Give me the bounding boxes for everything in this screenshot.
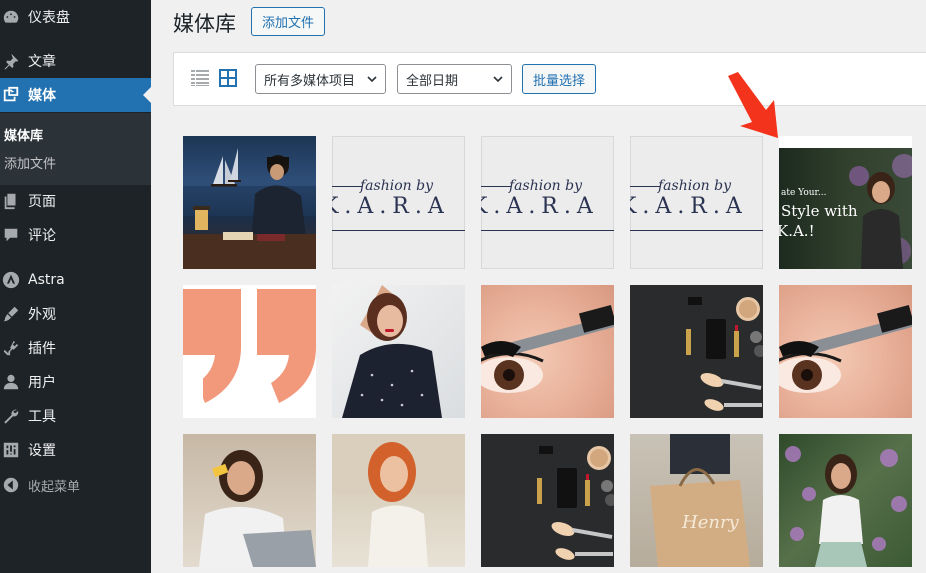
logo-title-text: K.A.R.A: [481, 194, 599, 219]
makeup-flatlay-image: [537, 446, 614, 560]
comment-icon: [2, 226, 20, 244]
media-item-fashion-logo-2[interactable]: fashion by K.A.R.A: [481, 136, 614, 269]
add-file-button[interactable]: 添加文件: [251, 7, 325, 36]
menu-item-posts[interactable]: 文章: [0, 44, 151, 78]
menu-label: 设置: [28, 443, 56, 459]
media-item-eye-mascara-2[interactable]: [779, 285, 912, 418]
page-title: 媒体库: [173, 12, 236, 36]
pin-icon: [2, 52, 20, 70]
settings-icon: [2, 441, 20, 459]
pages-icon: [2, 192, 20, 210]
user-icon: [2, 373, 20, 391]
menu-item-plugins[interactable]: 插件: [0, 331, 151, 365]
hero-text-line2: Style with: [781, 202, 858, 220]
logo-title-text: K.A.R.A: [630, 194, 748, 219]
menu-item-users[interactable]: 用户: [0, 365, 151, 399]
menu-item-dashboard[interactable]: 仪表盘: [0, 0, 151, 34]
collapse-menu-button[interactable]: 收起菜单: [0, 468, 151, 502]
logo-script-text: fashion by: [509, 178, 582, 194]
menu-label: 文章: [28, 54, 56, 70]
media-item-eye-mascara-1[interactable]: [481, 285, 614, 418]
menu-label: 媒体: [28, 88, 56, 104]
logo-rule: [630, 186, 660, 187]
media-item-makeup-flatlay-1[interactable]: [630, 285, 763, 418]
menu-item-astra[interactable]: Astra: [0, 263, 151, 297]
menu-item-settings[interactable]: 设置: [0, 433, 151, 467]
logo-rule: [332, 186, 362, 187]
hero-text-line1: ate Your...: [781, 188, 827, 198]
chevron-down-icon: [493, 76, 503, 83]
menu-label: 用户: [28, 375, 56, 391]
media-item-scholar-sea[interactable]: [183, 136, 316, 269]
plugin-icon: [2, 339, 20, 357]
eye-closeup-image: [779, 304, 912, 393]
bulk-select-button[interactable]: 批量选择: [522, 64, 596, 94]
media-item-quote-mark[interactable]: [183, 285, 316, 418]
dashboard-icon: [2, 8, 20, 26]
brush-icon: [2, 305, 20, 323]
menu-label: Astra: [28, 272, 65, 288]
media-item-woman-flowers[interactable]: [779, 434, 912, 567]
annotation-arrow-icon: [728, 72, 778, 138]
menu-label: 插件: [28, 341, 56, 357]
logo-script-text: fashion by: [658, 178, 731, 194]
menu-label: 外观: [28, 307, 56, 323]
eye-closeup-image: [481, 304, 614, 393]
bag-brand-text: Henry: [682, 512, 739, 533]
hero-text-line3: K.A.!: [779, 222, 815, 240]
logo-title-text: K.A.R.A: [332, 194, 450, 219]
media-type-filter[interactable]: 所有多媒体项目: [255, 64, 386, 94]
date-filter[interactable]: 全部日期: [397, 64, 512, 94]
admin-sidebar: 仪表盘 文章 媒体 媒体库 添加文件 页面 评论 Astra 外观 插件 用户 …: [0, 0, 151, 573]
flowers-portrait-image: [785, 446, 907, 567]
menu-item-appearance[interactable]: 外观: [0, 297, 151, 331]
menu-item-pages[interactable]: 页面: [0, 184, 151, 218]
media-item-woman-credit-card[interactable]: [183, 434, 316, 567]
menu-label: 工具: [28, 409, 56, 425]
chevron-down-icon: [367, 76, 377, 83]
makeup-flatlay-image: [686, 297, 763, 411]
menu-item-media[interactable]: 媒体: [0, 78, 151, 112]
media-item-makeup-flatlay-2[interactable]: [481, 434, 614, 567]
menu-item-comments[interactable]: 评论: [0, 218, 151, 252]
logo-rule: [481, 186, 511, 187]
media-toolbar: 所有多媒体项目 全部日期 批量选择: [173, 52, 926, 106]
quote-mark-image: [183, 289, 316, 418]
wrench-icon: [2, 407, 20, 425]
menu-label: 评论: [28, 228, 56, 244]
submenu-media-library[interactable]: 媒体库: [4, 125, 43, 144]
logo-rule: [332, 230, 465, 231]
media-item-woman-polka-dress[interactable]: [332, 285, 465, 418]
grid-view-icon[interactable]: [219, 69, 237, 87]
street-portrait-image: [332, 434, 465, 567]
media-item-fashion-logo-3[interactable]: fashion by K.A.R.A: [630, 136, 763, 269]
astra-icon: [2, 271, 20, 289]
list-view-icon[interactable]: [191, 69, 209, 87]
media-icon: [2, 86, 20, 104]
media-item-website-screenshot[interactable]: ate Your... Style with K.A.!: [779, 136, 912, 269]
date-filter-value: 全部日期: [406, 73, 459, 89]
menu-label: 收起菜单: [28, 479, 81, 495]
logo-rule: [630, 230, 763, 231]
media-item-fashion-logo-1[interactable]: fashion by K.A.R.A: [332, 136, 465, 269]
submenu-add-file[interactable]: 添加文件: [4, 153, 56, 172]
menu-item-tools[interactable]: 工具: [0, 399, 151, 433]
collapse-icon: [2, 476, 20, 494]
media-submenu: 媒体库 添加文件: [0, 113, 151, 185]
portrait-image: [342, 285, 442, 418]
scholar-image: [183, 148, 316, 269]
shopping-bag-image: [650, 434, 750, 567]
menu-label: 页面: [28, 194, 56, 210]
shopping-online-image: [199, 450, 316, 567]
logo-script-text: fashion by: [360, 178, 433, 194]
media-type-filter-value: 所有多媒体项目: [264, 73, 356, 89]
logo-rule: [481, 230, 614, 231]
media-item-shopping-bag[interactable]: Henry: [630, 434, 763, 567]
media-item-woman-red-hair[interactable]: [332, 434, 465, 567]
menu-label: 仪表盘: [28, 10, 70, 26]
